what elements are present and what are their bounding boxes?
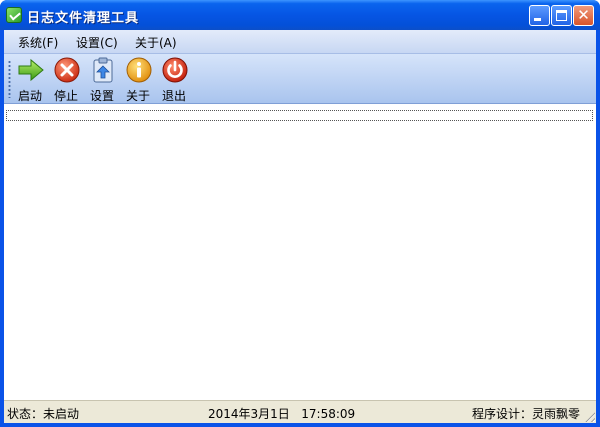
menu-settings[interactable]: 设置(C) <box>76 34 118 51</box>
status-credit: 程序设计：灵雨飘零 <box>471 407 580 421</box>
minimize-button[interactable] <box>529 5 550 26</box>
start-button[interactable]: 启动 <box>12 56 48 103</box>
log-output-area[interactable] <box>4 104 596 400</box>
settings-label: 设置 <box>89 89 114 103</box>
stop-label: 停止 <box>53 89 78 103</box>
power-icon <box>162 57 188 83</box>
menu-system[interactable]: 系统(F) <box>18 34 58 51</box>
exit-button[interactable]: 退出 <box>156 56 192 103</box>
clipboard-settings-icon <box>93 57 113 83</box>
status-bar: 状态：未启动 2014年3月1日 17:58:09 程序设计：灵雨飘零 <box>4 400 596 423</box>
exit-label: 退出 <box>161 89 186 103</box>
maximize-icon <box>556 10 567 21</box>
close-icon: ✕ <box>577 6 590 24</box>
toolbar: 启动 停止 设置 关于 退出 <box>4 54 596 104</box>
start-label: 启动 <box>17 89 42 103</box>
status-datetime: 2014年3月1日 17:58:09 <box>208 407 356 421</box>
arrow-right-icon <box>18 58 44 82</box>
minimize-icon <box>534 18 541 21</box>
client-area: 系统(F) 设置(C) 关于(A) 启动 停止 设置 关于 退出 状态：未启动 … <box>4 30 596 423</box>
close-button[interactable]: ✕ <box>573 5 594 26</box>
menu-about[interactable]: 关于(A) <box>135 34 177 51</box>
maximize-button[interactable] <box>551 5 572 26</box>
title-bar[interactable]: 日志文件清理工具 ✕ <box>0 0 600 30</box>
status-state: 状态：未启动 <box>7 407 80 421</box>
toolbar-grip[interactable] <box>8 60 11 98</box>
stop-icon <box>54 57 80 83</box>
about-button[interactable]: 关于 <box>120 56 156 103</box>
info-icon <box>126 57 152 83</box>
window-title: 日志文件清理工具 <box>27 11 140 26</box>
resize-grip-icon[interactable] <box>583 410 595 422</box>
stop-button[interactable]: 停止 <box>48 56 84 103</box>
app-window: 日志文件清理工具 ✕ 系统(F) 设置(C) 关于(A) 启动 停止 设置 关于… <box>0 0 600 427</box>
menu-bar: 系统(F) 设置(C) 关于(A) <box>4 30 596 54</box>
log-selection-row[interactable] <box>6 110 593 121</box>
about-label: 关于 <box>125 89 150 103</box>
settings-button[interactable]: 设置 <box>84 56 120 103</box>
app-icon <box>6 7 22 23</box>
